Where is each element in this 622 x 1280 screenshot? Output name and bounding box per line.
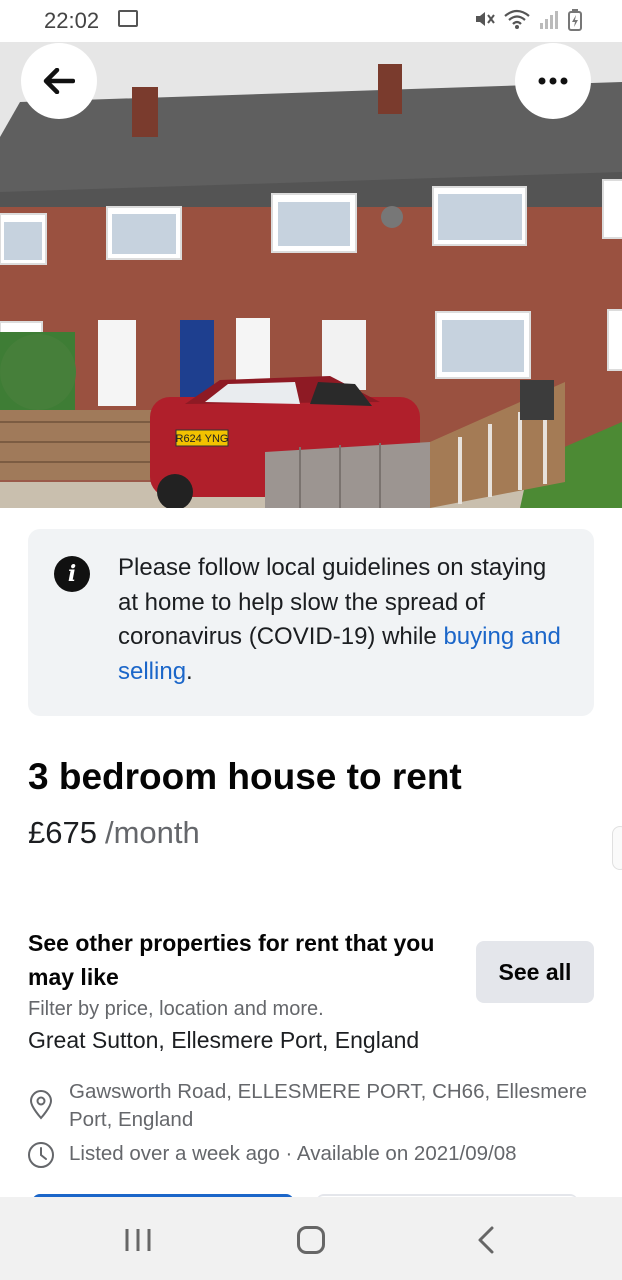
status-icons	[474, 9, 582, 31]
status-time: 22:02	[44, 8, 100, 33]
clock-icon	[28, 1142, 54, 1168]
more-dots-icon	[538, 77, 568, 85]
price-amount: £675	[28, 815, 97, 850]
signal-icon	[540, 11, 558, 29]
see-all-button[interactable]: See all	[476, 941, 594, 1003]
arrow-left-icon	[43, 68, 75, 94]
notice-text: Please follow local guidelines on stayin…	[118, 551, 568, 689]
home-icon[interactable]	[296, 1225, 326, 1255]
mute-icon	[476, 12, 495, 26]
number-plate-text: R624 YNG	[176, 433, 229, 445]
image-notification-icon	[118, 10, 138, 27]
system-nav-bar	[0, 1197, 622, 1280]
side-edge-tab[interactable]	[612, 826, 622, 870]
house-photo-image: R624 YNG	[0, 42, 622, 508]
back-nav-icon[interactable]	[476, 1225, 496, 1255]
info-icon: i	[54, 556, 90, 592]
back-button[interactable]	[21, 43, 97, 119]
wifi-icon	[504, 9, 530, 29]
status-bar: 22:02	[0, 0, 622, 42]
listing-title: 3 bedroom house to rent	[28, 756, 462, 797]
listed-availability: Listed over a week ago · Available on 20…	[69, 1142, 517, 1165]
covid-notice: i Please follow local guidelines on stay…	[28, 529, 594, 716]
more-options-button[interactable]	[515, 43, 591, 119]
recommendations-title: See other properties for rent that you m…	[28, 930, 435, 990]
listing-price: £675/month	[28, 815, 200, 851]
address-text: Gawsworth Road, ELLESMERE PORT, CH66, El…	[69, 1080, 588, 1131]
price-unit: /month	[104, 815, 200, 850]
location-pin-icon	[29, 1090, 53, 1120]
battery-icon	[568, 9, 582, 31]
listing-photo[interactable]: R624 YNG	[0, 42, 622, 508]
recent-apps-icon[interactable]	[124, 1227, 152, 1253]
notice-end: .	[186, 657, 193, 685]
recommendations-location: Great Sutton, Ellesmere Port, England	[28, 1027, 420, 1053]
recommendations-subtitle: Filter by price, location and more.	[28, 998, 324, 1020]
